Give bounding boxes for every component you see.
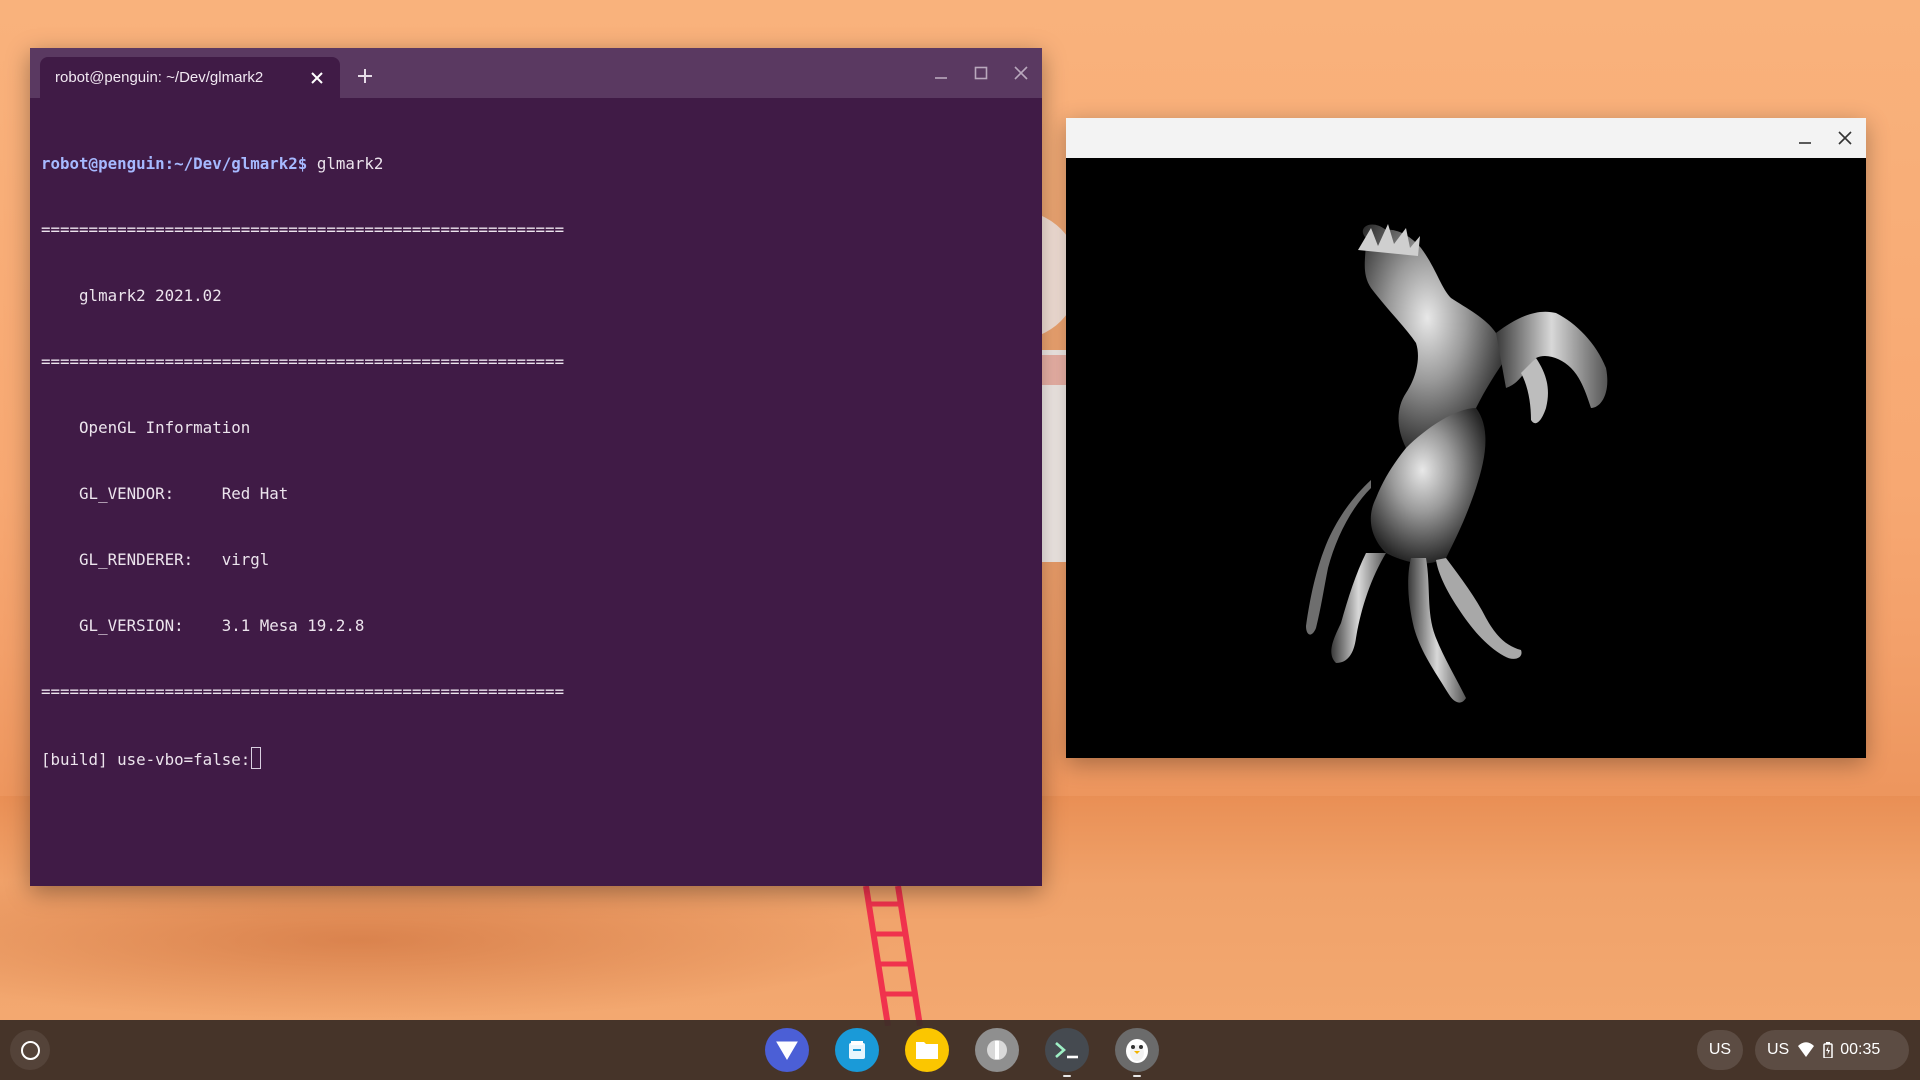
close-icon[interactable] [1008,60,1034,86]
launcher-icon [20,1040,40,1060]
horse-render [1306,224,1608,703]
app-store-icon[interactable] [835,1028,879,1072]
launcher-button[interactable] [10,1030,50,1070]
glmark2-render-canvas[interactable] [1066,158,1866,758]
prompt-command: glmark2 [307,154,384,173]
glmark2-window[interactable] [1066,118,1866,758]
status-ime-label: US [1767,1041,1790,1058]
prompt-line: robot@penguin:~/Dev/glmark2$ glmark2 [41,153,1042,175]
files-icon[interactable] [905,1028,949,1072]
minimize-icon[interactable] [928,60,954,86]
terminal-window[interactable]: robot@penguin: ~/Dev/glmark2 robot@pengu… [30,48,1042,886]
output-line: GL_VENDOR: Red Hat [41,484,289,503]
glmark2-close-icon[interactable] [1832,125,1858,151]
shelf: US US 00:35 [0,1020,1920,1080]
ime-label: US [1708,1041,1732,1058]
ime-menu-button[interactable]: US [1697,1030,1743,1070]
prompt-user-host: robot@penguin [41,154,165,173]
new-tab-icon[interactable] [350,61,380,91]
settings-app-icon[interactable] [975,1028,1019,1072]
battery-icon [1823,1042,1833,1058]
output-line: ========================================… [41,682,565,701]
output-line: GL_RENDERER: virgl [41,550,270,569]
tab-close-icon[interactable] [306,67,328,89]
penguin-running-indicator [1133,1075,1141,1077]
linux-penguin-icon[interactable] [1115,1028,1159,1072]
current-line: [build] use-vbo=false: [41,747,1042,769]
output-line: OpenGL Information [41,418,251,437]
terminal-titlebar[interactable]: robot@penguin: ~/Dev/glmark2 [30,48,1042,98]
maximize-icon[interactable] [968,60,994,86]
build-status: [build] use-vbo=false: [41,750,251,769]
terminal-icon[interactable] [1045,1028,1089,1072]
terminal-running-indicator [1063,1075,1071,1077]
text-cursor [251,747,262,769]
output-line: ========================================… [41,220,565,239]
output-line: glmark2 2021.02 [41,286,222,305]
output-line: GL_VERSION: 3.1 Mesa 19.2.8 [41,616,365,635]
vectorize-app-icon[interactable] [765,1028,809,1072]
wallpaper-ladder [863,886,923,1026]
terminal-tab[interactable]: robot@penguin: ~/Dev/glmark2 [40,57,340,98]
status-area[interactable]: US 00:35 [1755,1030,1909,1070]
output-line: ========================================… [41,352,565,371]
terminal-output[interactable]: robot@penguin:~/Dev/glmark2$ glmark2 ===… [30,98,1042,813]
clock-time: 00:35 [1840,1041,1881,1058]
glmark2-minimize-icon[interactable] [1792,125,1818,151]
terminal-tab-title: robot@penguin: ~/Dev/glmark2 [55,69,264,86]
wifi-icon [1798,1042,1815,1057]
prompt-path: :~/Dev/glmark2$ [164,154,308,173]
glmark2-titlebar[interactable] [1066,118,1866,158]
